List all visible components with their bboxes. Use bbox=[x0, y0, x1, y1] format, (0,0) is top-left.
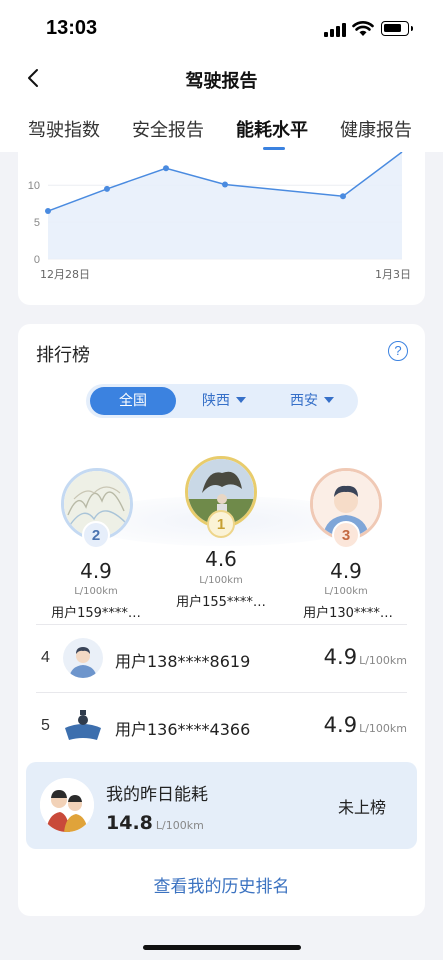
y-tick-label: 5 bbox=[34, 217, 40, 229]
help-icon[interactable]: ? bbox=[388, 341, 408, 361]
y-tick-label: 0 bbox=[34, 254, 40, 266]
rank-badge-1: 1 bbox=[207, 510, 235, 538]
row-user: 用户138****8619 bbox=[115, 652, 251, 671]
avatar-image bbox=[40, 778, 94, 832]
row-value-group: 4.9 L/100km bbox=[324, 645, 407, 669]
scope-city[interactable]: 西安 bbox=[290, 387, 334, 415]
y-tick-label: 10 bbox=[28, 180, 40, 192]
row-rank: 4 bbox=[41, 649, 50, 666]
podium-value-2: 4.9 bbox=[80, 559, 112, 583]
row-unit: L/100km bbox=[359, 654, 407, 667]
scope-province-label: 陕西 bbox=[202, 393, 230, 409]
podium-user-3: 用户130****… bbox=[303, 606, 393, 621]
row-value: 4.9 bbox=[323, 645, 358, 669]
battery-icon bbox=[381, 21, 413, 36]
podium-unit-1: L/100km bbox=[199, 575, 243, 586]
status-bar: 13:03 bbox=[0, 0, 443, 52]
row-value-group: 4.9 L/100km bbox=[324, 713, 407, 737]
tab-energy-level[interactable]: 能耗水平 bbox=[236, 116, 308, 142]
wifi-icon bbox=[352, 21, 374, 36]
ranking-row[interactable]: 4 用户138****8619 4.9 L/100km bbox=[36, 624, 407, 692]
ranking-row[interactable]: 5 用户136****4366 4.9 L/100km bbox=[36, 692, 407, 760]
avatar-image bbox=[63, 706, 103, 746]
scope-switch: 全国 陕西 西安 bbox=[86, 384, 358, 418]
report-tabs: 驾驶指数 安全报告 能耗水平 健康报告 bbox=[0, 104, 443, 152]
tab-safety-report[interactable]: 安全报告 bbox=[132, 116, 204, 142]
energy-area-chart: 0 5 10 12月28日 1月3日 bbox=[28, 151, 411, 281]
leaderboard-title: 排行榜 bbox=[36, 345, 90, 366]
active-tab-indicator bbox=[263, 147, 285, 150]
energy-chart-card: 0 5 10 12月28日 1月3日 bbox=[18, 151, 425, 305]
my-rank-status: 未上榜 bbox=[338, 798, 387, 817]
podium-unit-3: L/100km bbox=[324, 586, 368, 597]
chevron-down-icon bbox=[236, 397, 246, 403]
tab-driving-index[interactable]: 驾驶指数 bbox=[28, 116, 100, 142]
data-point bbox=[340, 193, 346, 200]
row-user: 用户136****4366 bbox=[115, 720, 251, 739]
tab-health-report[interactable]: 健康报告 bbox=[340, 116, 412, 142]
my-energy-panel: 我的昨日能耗 14.8 L/100km 未上榜 bbox=[26, 762, 417, 849]
scope-city-label: 西安 bbox=[290, 393, 318, 409]
page-title: 驾驶报告 bbox=[185, 71, 258, 92]
my-energy-title: 我的昨日能耗 bbox=[106, 785, 208, 805]
area-fill bbox=[48, 152, 402, 259]
x-tick-label: 12月28日 bbox=[40, 268, 90, 281]
my-avatar[interactable] bbox=[40, 778, 94, 832]
x-tick-label: 1月3日 bbox=[375, 268, 411, 281]
podium-user-2: 用户159****… bbox=[51, 606, 141, 621]
rank-badge-2: 2 bbox=[82, 521, 110, 549]
row-avatar bbox=[63, 706, 103, 746]
podium-value-3: 4.9 bbox=[330, 559, 362, 583]
leaderboard-card: 排行榜 ? 全国 陕西 西安 2 4.9 L/100km 用户159****… … bbox=[18, 324, 425, 916]
row-rank: 5 bbox=[41, 717, 50, 734]
my-energy-value: 14.8 bbox=[106, 812, 153, 834]
chevron-down-icon bbox=[324, 397, 334, 403]
scope-national[interactable]: 全国 bbox=[90, 387, 176, 415]
signal-icon bbox=[324, 23, 346, 37]
home-indicator bbox=[143, 945, 301, 950]
data-point bbox=[104, 185, 110, 192]
row-value: 4.9 bbox=[323, 713, 358, 737]
data-point bbox=[222, 181, 228, 188]
podium-user-1: 用户155****… bbox=[176, 595, 266, 610]
data-point bbox=[45, 208, 51, 215]
status-time: 13:03 bbox=[46, 17, 98, 39]
data-point bbox=[163, 165, 169, 172]
row-unit: L/100km bbox=[359, 722, 407, 735]
podium-value-1: 4.6 bbox=[205, 547, 237, 571]
history-ranking-link[interactable]: 查看我的历史排名 bbox=[18, 872, 425, 897]
my-energy-value-group: 14.8 L/100km bbox=[106, 812, 204, 834]
avatar-image bbox=[63, 638, 103, 678]
podium-unit-2: L/100km bbox=[74, 586, 118, 597]
row-avatar bbox=[63, 638, 103, 678]
scope-province[interactable]: 陕西 bbox=[202, 387, 246, 415]
my-energy-unit: L/100km bbox=[155, 819, 204, 832]
rank-badge-3: 3 bbox=[332, 521, 360, 549]
nav-bar: 驾驶报告 bbox=[0, 52, 443, 104]
